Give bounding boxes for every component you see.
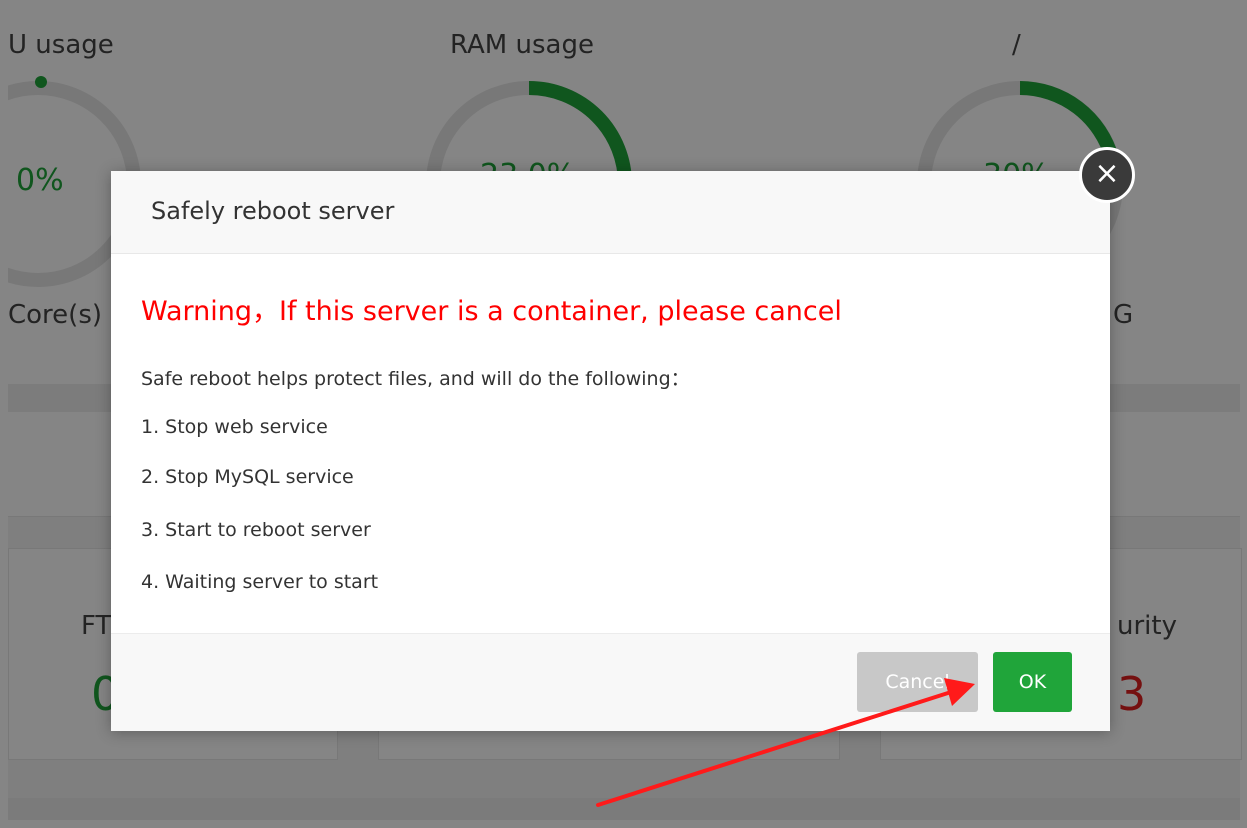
close-icon[interactable]: ×	[1079, 147, 1135, 203]
cancel-button[interactable]: Cancel	[857, 652, 978, 712]
dialog-intro: Safe reboot helps protect files, and wil…	[141, 368, 690, 390]
reboot-dialog: Safely reboot server Warning，If this ser…	[111, 171, 1110, 731]
step-item: 4. Waiting server to start	[141, 571, 379, 593]
ok-button[interactable]: OK	[993, 652, 1072, 712]
step-item: 3. Start to reboot server	[141, 519, 371, 541]
step-item: 2. Stop MySQL service	[141, 466, 354, 488]
dialog-title: Safely reboot server	[151, 197, 395, 225]
dialog-header: Safely reboot server	[111, 171, 1110, 254]
step-item: 1. Stop web service	[141, 416, 328, 438]
container-warning: Warning，If this server is a container, p…	[141, 296, 842, 327]
